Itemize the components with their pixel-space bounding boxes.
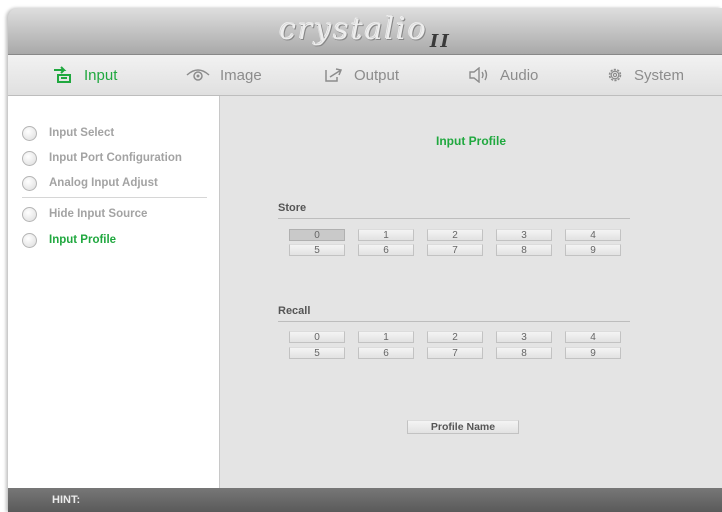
store-button-5[interactable]: 5 (289, 244, 345, 256)
main-tab-bar: Input Image Output Audio System (8, 55, 722, 96)
store-button-1[interactable]: 1 (358, 229, 414, 241)
recall-button-6[interactable]: 6 (358, 347, 414, 359)
recall-button-7[interactable]: 7 (427, 347, 483, 359)
radio-button[interactable] (22, 175, 37, 191)
store-button-7[interactable]: 7 (427, 244, 483, 256)
recall-button-8[interactable]: 8 (496, 347, 552, 359)
recall-label: Recall (278, 305, 311, 317)
radio-button[interactable] (22, 150, 37, 166)
sidebar-item-input-profile[interactable]: Input Profile (22, 230, 116, 250)
tab-image-label: Image (220, 66, 262, 84)
gear-icon (606, 66, 624, 84)
content-panel: Input Profile Store 0 1 2 3 4 5 6 7 8 9 Recall 0 1… (220, 96, 722, 488)
store-button-3[interactable]: 3 (496, 229, 552, 241)
sidebar: Input Select Input Port Configuration An… (8, 96, 220, 488)
tab-input-label: Input (84, 66, 118, 84)
radio-button[interactable] (22, 206, 37, 222)
store-button-8[interactable]: 8 (496, 244, 552, 256)
store-button-2[interactable]: 2 (427, 229, 483, 241)
input-arrow-icon (52, 66, 74, 84)
hint-label: HINT: (52, 494, 81, 506)
recall-divider (278, 321, 630, 322)
sidebar-item-analog-input-adjust[interactable]: Analog Input Adjust (22, 173, 158, 193)
sidebar-item-label: Input Profile (49, 234, 117, 246)
store-button-9[interactable]: 9 (565, 244, 621, 256)
sidebar-item-label: Hide Input Source (49, 208, 148, 220)
app-window: crystalio II Input Image Output Audio Sy… (8, 8, 722, 512)
tab-output[interactable]: Output (324, 55, 399, 95)
tab-audio[interactable]: Audio (468, 55, 538, 95)
store-button-4[interactable]: 4 (565, 229, 621, 241)
radio-button[interactable] (22, 232, 37, 248)
sidebar-divider (22, 197, 207, 198)
eye-icon (186, 68, 210, 82)
brand-name: crystalio (279, 12, 428, 47)
output-arrow-icon (324, 67, 344, 83)
sidebar-item-input-port-configuration[interactable]: Input Port Configuration (22, 148, 182, 168)
recall-button-9[interactable]: 9 (565, 347, 621, 359)
tab-system-label: System (634, 66, 685, 84)
store-divider (278, 218, 630, 219)
speaker-icon (468, 67, 490, 83)
recall-button-3[interactable]: 3 (496, 331, 552, 343)
sidebar-item-label: Input Select (49, 127, 115, 139)
store-label: Store (278, 202, 307, 214)
tab-audio-label: Audio (500, 66, 539, 84)
hint-bar: HINT: (8, 488, 722, 512)
profile-name-button[interactable]: Profile Name (407, 420, 519, 434)
sidebar-item-label: Input Port Configuration (49, 152, 182, 164)
tab-image[interactable]: Image (186, 55, 262, 95)
title-bar: crystalio II (8, 8, 722, 55)
recall-button-1[interactable]: 1 (358, 331, 414, 343)
tab-system[interactable]: System (606, 55, 684, 95)
recall-button-4[interactable]: 4 (565, 331, 621, 343)
recall-button-2[interactable]: 2 (427, 331, 483, 343)
sidebar-item-label: Analog Input Adjust (49, 177, 158, 189)
tab-input[interactable]: Input (52, 55, 117, 95)
sidebar-item-hide-input-source[interactable]: Hide Input Source (22, 204, 147, 224)
recall-button-5[interactable]: 5 (289, 347, 345, 359)
sidebar-item-input-select[interactable]: Input Select (22, 123, 114, 143)
recall-button-0[interactable]: 0 (289, 331, 345, 343)
tab-output-label: Output (354, 66, 400, 84)
radio-button[interactable] (22, 125, 37, 141)
store-button-6[interactable]: 6 (358, 244, 414, 256)
page-title: Input Profile (436, 134, 506, 148)
brand-suffix: II (429, 31, 451, 52)
brand-logo: crystalio II (8, 12, 722, 52)
store-button-0[interactable]: 0 (289, 229, 345, 241)
